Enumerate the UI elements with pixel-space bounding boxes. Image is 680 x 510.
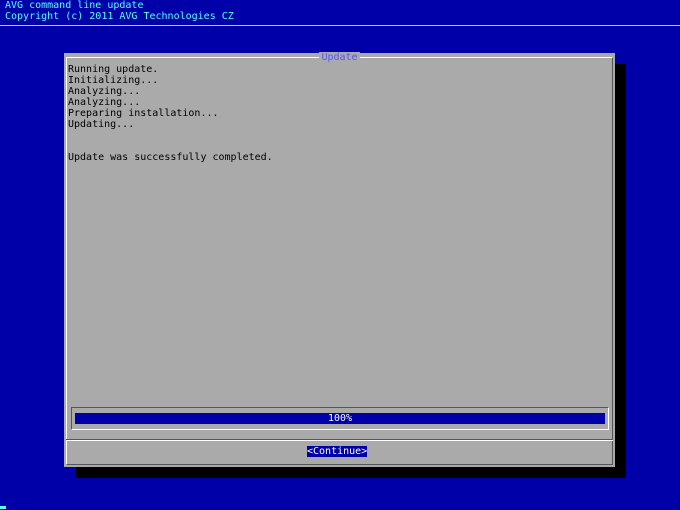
copyright-line: Copyright (c) 2011 AVG Technologies CZ xyxy=(5,11,234,22)
update-dialog: Update Running update. Initializing... A… xyxy=(64,52,615,467)
update-log: Running update. Initializing... Analyzin… xyxy=(68,64,598,394)
continue-button[interactable]: <Continue> xyxy=(307,446,368,457)
dialog-title-text: Update xyxy=(319,52,360,63)
header-divider xyxy=(0,25,680,26)
progress-gauge: 100% xyxy=(71,407,609,430)
text-cursor xyxy=(0,506,6,509)
log-line: Preparing installation... xyxy=(68,108,219,119)
log-line: Initializing... xyxy=(68,75,159,86)
app-title: AVG command line update xyxy=(5,0,144,11)
dialog-title: Update xyxy=(64,52,615,63)
progress-label: 100% xyxy=(327,413,353,424)
button-divider xyxy=(66,439,613,441)
log-line: Updating... xyxy=(68,119,135,130)
log-line: Running update. xyxy=(68,64,159,75)
log-line: Analyzing... xyxy=(68,97,141,108)
log-line: Analyzing... xyxy=(68,86,141,97)
status-message: Update was successfully completed. xyxy=(68,152,273,163)
progress-track: 100% xyxy=(75,413,605,424)
terminal-screen: AVG command line update Copyright (c) 20… xyxy=(0,0,680,510)
